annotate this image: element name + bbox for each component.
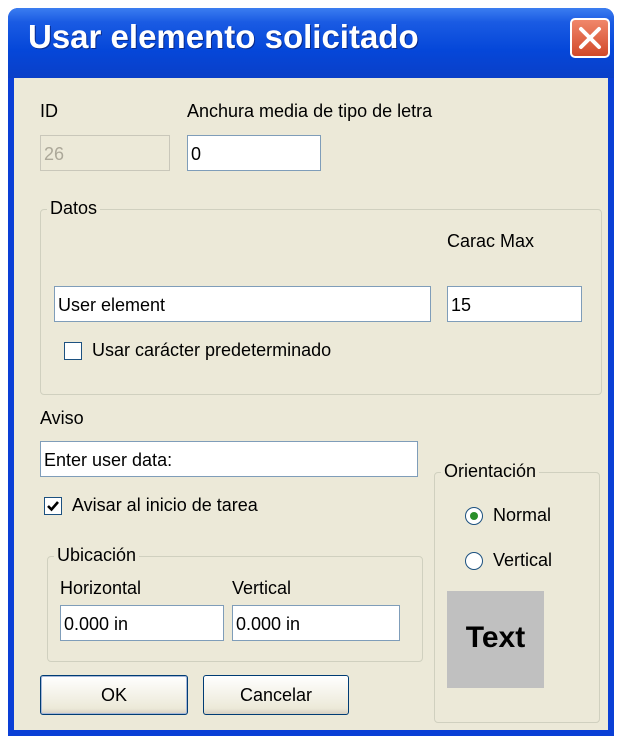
close-button[interactable] (570, 18, 610, 58)
aviso-label: Aviso (40, 408, 84, 428)
prompt-at-start-checkbox[interactable] (44, 497, 62, 515)
text-preview: Text (447, 591, 544, 688)
id-label: ID (40, 101, 58, 121)
orientacion-legend: Orientación (441, 461, 540, 482)
title-bar[interactable]: Usar elemento solicitado (8, 8, 614, 78)
vertical-position-label: Vertical (232, 578, 292, 598)
close-icon (579, 27, 601, 49)
font-width-label: Anchura media de tipo de letra (187, 101, 433, 121)
dialog-content: ID 26 Anchura media de tipo de letra 0 D… (14, 78, 608, 730)
max-chars-field[interactable]: 15 (447, 286, 582, 322)
preview-text: Text (465, 621, 526, 654)
vertical-position-field[interactable]: 0.000 in (232, 605, 400, 641)
font-width-field[interactable]: 0 (187, 135, 321, 171)
orientation-vertical-label[interactable]: Vertical (493, 550, 552, 571)
ubicacion-legend: Ubicación (54, 545, 140, 566)
dialog-window: Usar elemento solicitado ID 26 Anchura m… (8, 8, 614, 736)
dialog-title: Usar elemento solicitado (28, 18, 419, 55)
orientation-normal-radio[interactable] (465, 507, 483, 525)
prompt-at-start-label[interactable]: Avisar al inicio de tarea (72, 495, 258, 516)
orientation-vertical-radio[interactable] (465, 552, 483, 570)
horizontal-label: Horizontal (60, 578, 142, 598)
aviso-field[interactable]: Enter user data: (40, 441, 418, 477)
default-char-checkbox[interactable] (64, 342, 82, 360)
checkmark-icon (47, 501, 59, 512)
data-field[interactable]: User element (54, 286, 431, 322)
ok-button[interactable]: OK (40, 675, 188, 715)
radio-selected-dot (470, 512, 478, 520)
cancel-button[interactable]: Cancelar (203, 675, 349, 715)
orientation-normal-label[interactable]: Normal (493, 505, 551, 526)
max-chars-label: Carac Max (447, 231, 535, 251)
datos-legend: Datos (47, 198, 101, 219)
default-char-label[interactable]: Usar carácter predeterminado (92, 340, 331, 361)
horizontal-field[interactable]: 0.000 in (60, 605, 224, 641)
id-field: 26 (40, 135, 170, 171)
